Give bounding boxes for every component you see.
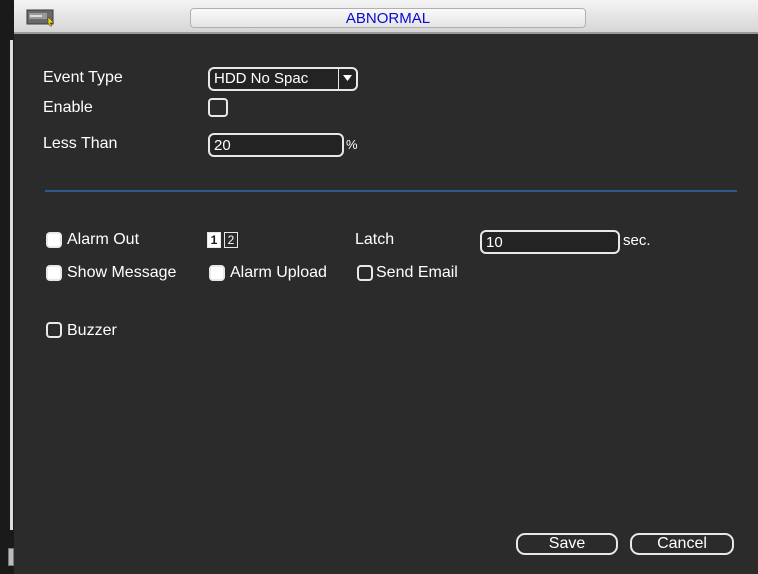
send-email-checkbox[interactable] — [357, 265, 373, 281]
less-than-value: 20 — [214, 137, 231, 154]
left-rail — [0, 0, 14, 574]
event-type-dropdown[interactable]: HDD No Spac — [208, 67, 358, 91]
alarm-upload-label: Alarm Upload — [230, 264, 327, 281]
latch-input[interactable]: 10 — [480, 230, 620, 254]
dropdown-arrow-button[interactable] — [338, 69, 356, 89]
show-message-label: Show Message — [67, 264, 177, 281]
alarm-upload-checkbox[interactable] — [209, 265, 225, 281]
event-type-value: HDD No Spac — [214, 70, 309, 87]
divider — [45, 190, 737, 192]
latch-value: 10 — [486, 234, 503, 251]
show-message-checkbox[interactable] — [46, 265, 62, 281]
less-than-label: Less Than — [43, 135, 118, 152]
chevron-down-icon — [343, 75, 352, 81]
app-icon — [26, 9, 55, 27]
latch-label: Latch — [355, 231, 395, 248]
percent-unit: % — [346, 137, 358, 152]
enable-label: Enable — [43, 99, 93, 116]
save-button[interactable]: Save — [516, 533, 618, 555]
dialog-title: ABNORMAL — [345, 10, 431, 27]
title-pill: ABNORMAL — [190, 8, 586, 28]
alarm-channel-1[interactable]: 1 — [207, 232, 221, 248]
less-than-input[interactable]: 20 — [208, 133, 344, 157]
alarm-out-label: Alarm Out — [67, 231, 140, 248]
latch-unit: sec. — [623, 232, 651, 249]
cancel-button[interactable]: Cancel — [630, 533, 734, 555]
titlebar: ABNORMAL — [14, 0, 758, 34]
buzzer-checkbox[interactable] — [46, 322, 62, 338]
alarm-channel-2[interactable]: 2 — [224, 232, 238, 248]
send-email-label: Send Email — [376, 264, 458, 281]
abnormal-dialog: ABNORMAL Event Type HDD No Spac Enable L… — [14, 0, 758, 574]
event-type-label: Event Type — [43, 69, 123, 86]
alarm-out-checkbox[interactable] — [46, 232, 62, 248]
rail-line — [10, 40, 13, 530]
enable-checkbox[interactable] — [208, 98, 228, 117]
buzzer-label: Buzzer — [67, 322, 117, 339]
